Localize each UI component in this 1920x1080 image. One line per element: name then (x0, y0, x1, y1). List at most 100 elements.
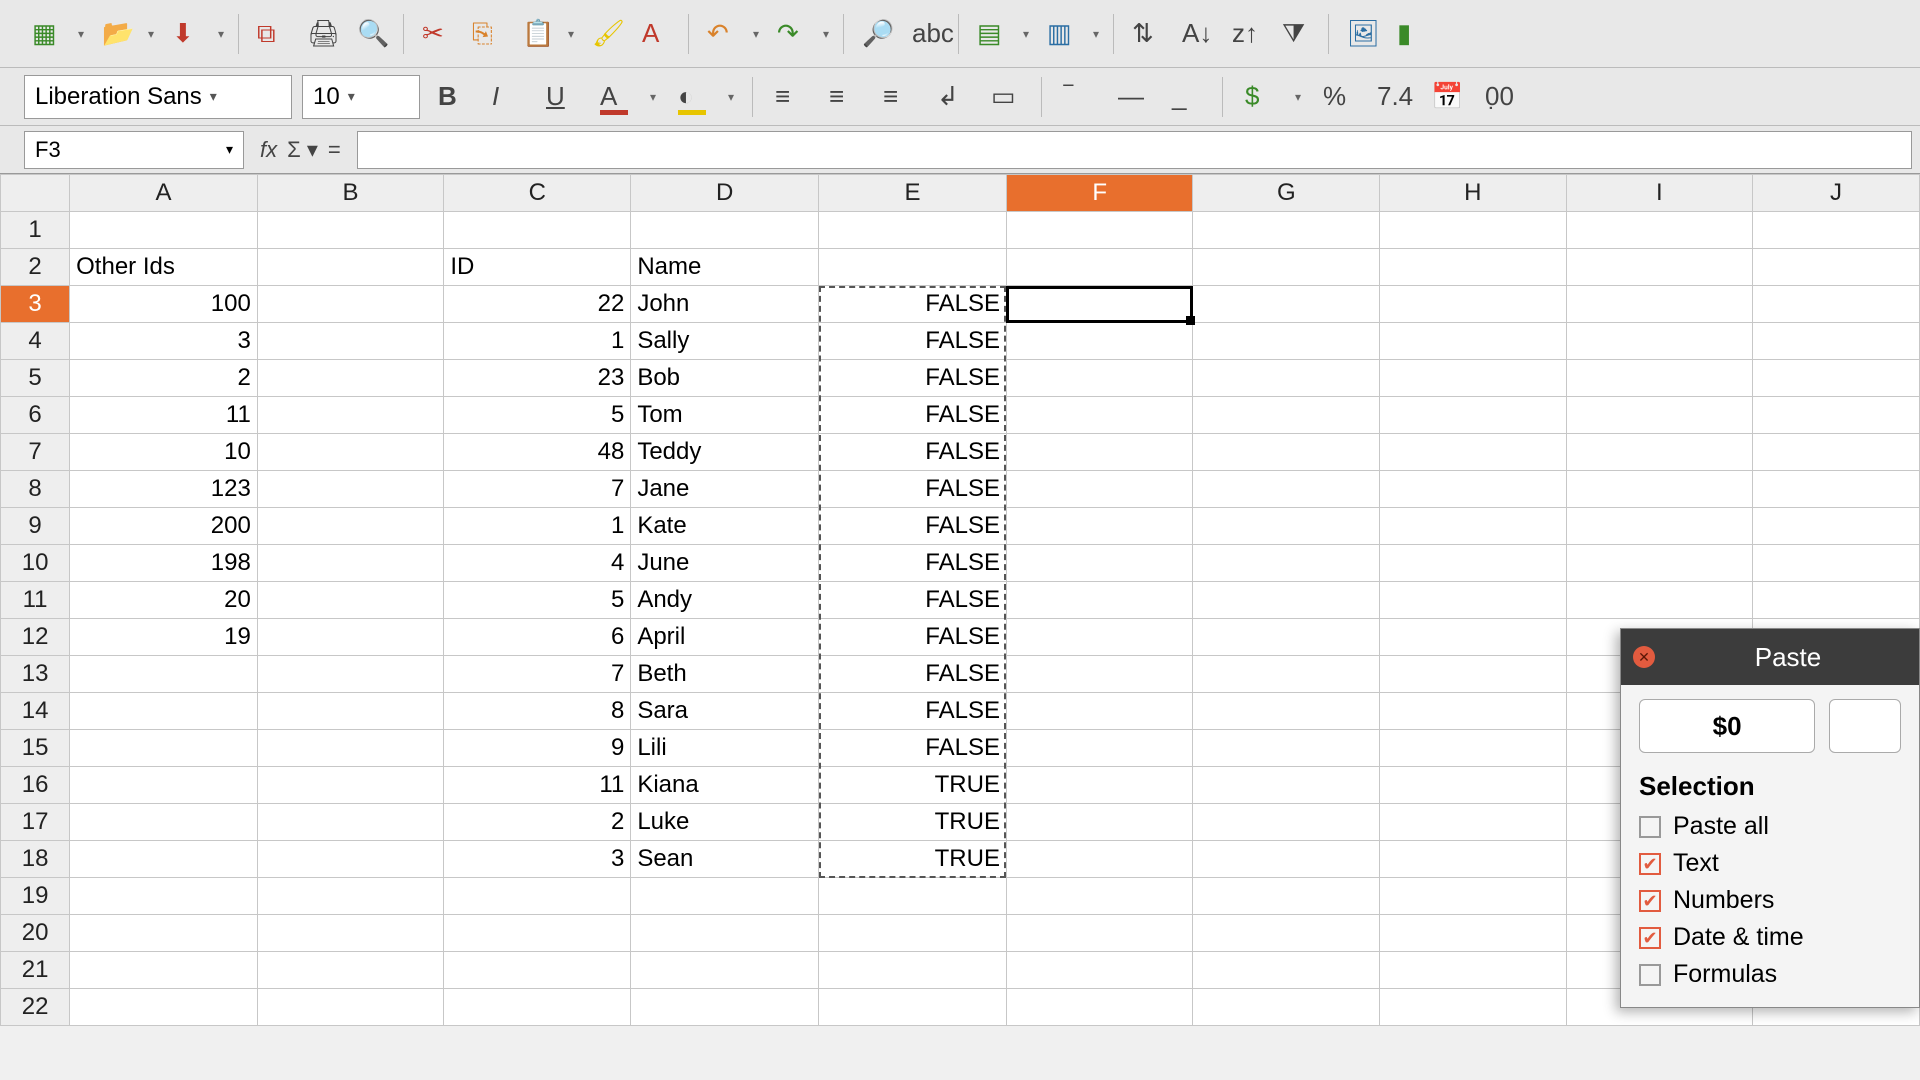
cell-D16[interactable]: Kiana (631, 767, 819, 804)
merge-icon[interactable]: ▭ (983, 75, 1027, 119)
cell-B19[interactable] (257, 878, 444, 915)
cell-C16[interactable]: 11 (444, 767, 631, 804)
clear-format-icon[interactable]: A (634, 12, 678, 56)
valign-top-icon[interactable]: ‾ (1056, 75, 1100, 119)
cell-B2[interactable] (257, 249, 444, 286)
cell-B1[interactable] (257, 212, 444, 249)
cell-J2[interactable] (1753, 249, 1920, 286)
cell-A8[interactable]: 123 (70, 471, 258, 508)
cell-I6[interactable] (1566, 397, 1752, 434)
cell-F5[interactable] (1006, 360, 1193, 397)
cell-E4[interactable]: FALSE (819, 323, 1007, 360)
wrap-icon[interactable]: ↲ (929, 75, 973, 119)
cell-J3[interactable] (1753, 286, 1920, 323)
cell-D2[interactable]: Name (631, 249, 819, 286)
row-header-20[interactable]: 20 (1, 915, 70, 952)
cell-F8[interactable] (1006, 471, 1193, 508)
cell-H21[interactable] (1380, 952, 1567, 989)
paste-special-dialog[interactable]: ✕ Paste $0 Selection Paste all ✔ Text ✔ … (1620, 628, 1920, 1008)
cell-G14[interactable] (1193, 693, 1380, 730)
cell-G16[interactable] (1193, 767, 1380, 804)
cell-D14[interactable]: Sara (631, 693, 819, 730)
cell-A17[interactable] (70, 804, 258, 841)
cell-F3[interactable] (1006, 286, 1193, 323)
close-icon[interactable]: ✕ (1633, 646, 1655, 668)
cell-G11[interactable] (1193, 582, 1380, 619)
cell-H16[interactable] (1380, 767, 1567, 804)
cell-B10[interactable] (257, 545, 444, 582)
cell-E14[interactable]: FALSE (819, 693, 1007, 730)
cell-B22[interactable] (257, 989, 444, 1026)
col-header-A[interactable]: A (70, 175, 258, 212)
cell-D6[interactable]: Tom (631, 397, 819, 434)
cell-A7[interactable]: 10 (70, 434, 258, 471)
cell-I3[interactable] (1566, 286, 1752, 323)
cell-G3[interactable] (1193, 286, 1380, 323)
equals-icon[interactable]: = (328, 128, 341, 172)
preset-more-button[interactable] (1829, 699, 1901, 753)
cell-H20[interactable] (1380, 915, 1567, 952)
valign-mid-icon[interactable]: ― (1110, 75, 1154, 119)
cell-E2[interactable] (819, 249, 1007, 286)
cell-E3[interactable]: FALSE (819, 286, 1007, 323)
chevron-down-icon[interactable]: ▾ (749, 27, 763, 41)
cell-G5[interactable] (1193, 360, 1380, 397)
row-header-19[interactable]: 19 (1, 878, 70, 915)
cell-D9[interactable]: Kate (631, 508, 819, 545)
cell-J4[interactable] (1753, 323, 1920, 360)
cell-D1[interactable] (631, 212, 819, 249)
col-icon[interactable]: ▥ (1039, 12, 1083, 56)
row-header-14[interactable]: 14 (1, 693, 70, 730)
checkbox-icon[interactable] (1639, 816, 1661, 838)
col-header-B[interactable]: B (257, 175, 444, 212)
highlight-icon[interactable]: ◐ (670, 75, 714, 119)
cell-H5[interactable] (1380, 360, 1567, 397)
cell-C3[interactable]: 22 (444, 286, 631, 323)
cell-D19[interactable] (631, 878, 819, 915)
row-header-5[interactable]: 5 (1, 360, 70, 397)
cell-E8[interactable]: FALSE (819, 471, 1007, 508)
cell-H11[interactable] (1380, 582, 1567, 619)
row-header-10[interactable]: 10 (1, 545, 70, 582)
cell-E9[interactable]: FALSE (819, 508, 1007, 545)
cell-I9[interactable] (1566, 508, 1752, 545)
cell-F11[interactable] (1006, 582, 1193, 619)
image-icon[interactable]: 🖼 (1339, 12, 1383, 56)
cell-F20[interactable] (1006, 915, 1193, 952)
col-header-E[interactable]: E (819, 175, 1007, 212)
cell-F4[interactable] (1006, 323, 1193, 360)
cell-E21[interactable] (819, 952, 1007, 989)
cell-A16[interactable] (70, 767, 258, 804)
checkbox-icon[interactable]: ✔ (1639, 890, 1661, 912)
row-header-11[interactable]: 11 (1, 582, 70, 619)
cell-F21[interactable] (1006, 952, 1193, 989)
cell-A2[interactable]: Other Ids (70, 249, 258, 286)
cell-D22[interactable] (631, 989, 819, 1026)
cell-G22[interactable] (1193, 989, 1380, 1026)
cell-C4[interactable]: 1 (444, 323, 631, 360)
row-header-7[interactable]: 7 (1, 434, 70, 471)
find-icon[interactable]: 🔎 (854, 12, 898, 56)
cell-J1[interactable] (1753, 212, 1920, 249)
cell-E17[interactable]: TRUE (819, 804, 1007, 841)
cell-H9[interactable] (1380, 508, 1567, 545)
cell-B3[interactable] (257, 286, 444, 323)
cell-C6[interactable]: 5 (444, 397, 631, 434)
cell-B21[interactable] (257, 952, 444, 989)
decimal-icon[interactable]: 0̣0 (1477, 75, 1521, 119)
cell-I2[interactable] (1566, 249, 1752, 286)
sort-icon[interactable]: ⇅ (1124, 12, 1168, 56)
cell-B16[interactable] (257, 767, 444, 804)
row-header-17[interactable]: 17 (1, 804, 70, 841)
align-center-icon[interactable]: ≡ (821, 75, 865, 119)
cell-H6[interactable] (1380, 397, 1567, 434)
cell-G21[interactable] (1193, 952, 1380, 989)
cell-F1[interactable] (1006, 212, 1193, 249)
chevron-down-icon[interactable]: ▾ (214, 27, 228, 41)
cell-E7[interactable]: FALSE (819, 434, 1007, 471)
preset-values-button[interactable]: $0 (1639, 699, 1815, 753)
chevron-down-icon[interactable]: ▾ (1089, 27, 1103, 41)
cell-B9[interactable] (257, 508, 444, 545)
cell-A22[interactable] (70, 989, 258, 1026)
redo-icon[interactable]: ↷ (769, 12, 813, 56)
